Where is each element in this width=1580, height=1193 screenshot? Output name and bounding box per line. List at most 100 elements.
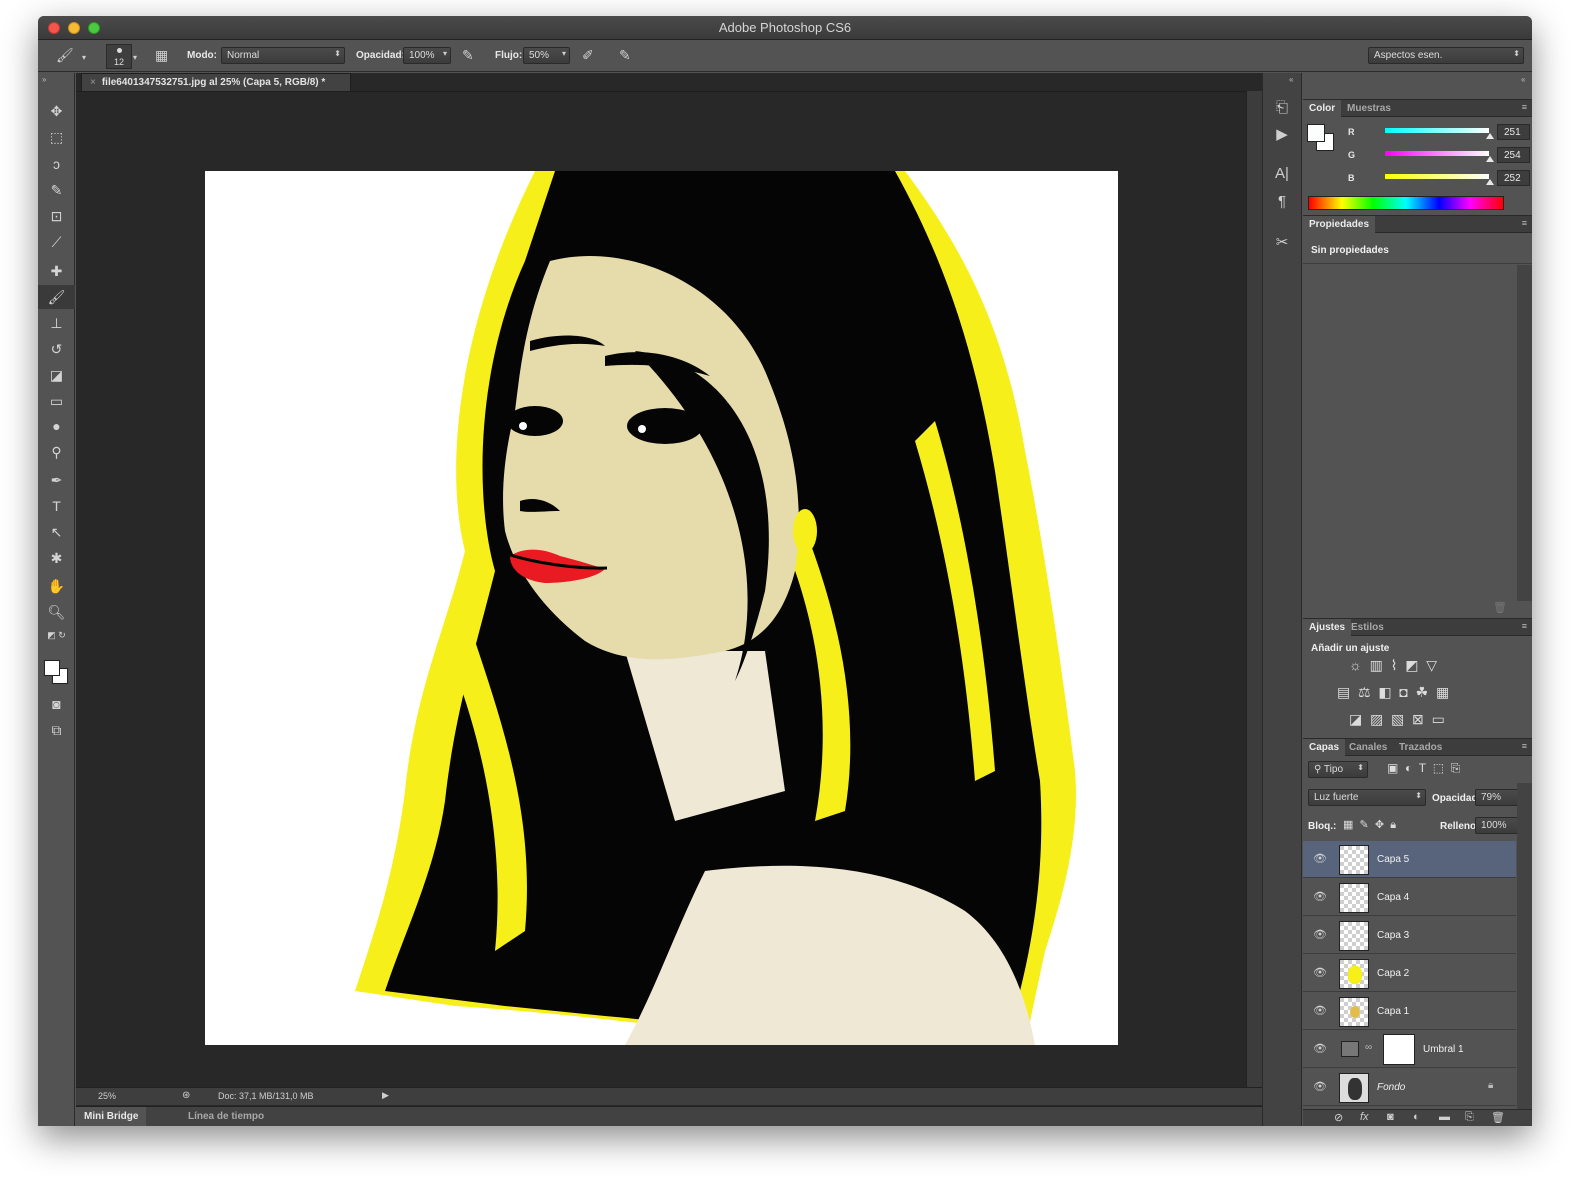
- blue-channel-slider[interactable]: B 252: [1343, 170, 1532, 188]
- tab-color[interactable]: Color: [1303, 100, 1342, 117]
- layer-row[interactable]: 👁 Fondo 🔒︎: [1303, 1069, 1516, 1106]
- invert-icon[interactable]: ◪: [1349, 711, 1362, 727]
- healing-brush-tool-icon[interactable]: ✚: [38, 259, 75, 283]
- gradient-tool-icon[interactable]: ▭: [38, 389, 75, 413]
- canvas-pasteboard[interactable]: [76, 91, 1246, 1088]
- visibility-eye-icon[interactable]: 👁: [1313, 1004, 1327, 1017]
- lock-transparency-icon[interactable]: ▦: [1343, 819, 1353, 831]
- panel-menu-icon[interactable]: ≡: [1522, 218, 1527, 228]
- hand-tool-icon[interactable]: ✋: [38, 574, 75, 598]
- layer-name[interactable]: Capa 4: [1377, 892, 1409, 903]
- pixel-filter-icon[interactable]: ▣: [1387, 761, 1398, 775]
- pressure-size-icon[interactable]: ✎: [619, 47, 631, 64]
- tab-channels[interactable]: Canales: [1343, 739, 1393, 756]
- workspace-select[interactable]: Aspectos esen. ⬍: [1368, 47, 1524, 64]
- photo-filter-icon[interactable]: ◘: [1399, 684, 1407, 700]
- posterize-icon[interactable]: ▨: [1370, 711, 1383, 727]
- color-lookup-icon[interactable]: ▦: [1436, 684, 1449, 700]
- layer-name[interactable]: Capa 3: [1377, 930, 1409, 941]
- visibility-eye-icon[interactable]: 👁: [1313, 928, 1327, 941]
- chevron-down-icon[interactable]: ▾: [82, 53, 86, 62]
- green-gradient-bar[interactable]: [1385, 151, 1489, 156]
- quick-mask-icon[interactable]: ◙: [38, 692, 75, 716]
- mode-select[interactable]: Normal ⬍: [221, 47, 345, 64]
- black-white-icon[interactable]: ◧: [1378, 684, 1391, 700]
- brush-picker-arrow-icon[interactable]: ▾: [133, 53, 137, 62]
- panel-menu-icon[interactable]: ≡: [1522, 102, 1527, 112]
- airbrush-icon[interactable]: ✐: [582, 47, 594, 64]
- layer-mask-thumbnail[interactable]: [1383, 1034, 1415, 1065]
- visibility-eye-icon[interactable]: 👁: [1313, 890, 1327, 903]
- new-layer-icon[interactable]: ⎘: [1465, 1111, 1474, 1124]
- panel-menu-icon[interactable]: ≡: [1522, 621, 1527, 631]
- green-value-field[interactable]: 254: [1497, 147, 1530, 163]
- brush-panel-toggle-icon[interactable]: ▦: [155, 47, 168, 64]
- lock-position-icon[interactable]: ✥: [1375, 819, 1384, 831]
- tab-paths[interactable]: Trazados: [1393, 739, 1448, 756]
- color-balance-icon[interactable]: ⚖: [1358, 684, 1371, 700]
- document-tab[interactable]: × file6401347532751.jpg al 25% (Capa 5, R…: [81, 73, 351, 91]
- layer-name[interactable]: Capa 1: [1377, 1006, 1409, 1017]
- layer-name[interactable]: Fondo: [1377, 1082, 1405, 1093]
- tab-swatches[interactable]: Muestras: [1341, 100, 1397, 117]
- clone-stamp-tool-icon[interactable]: ⊥: [38, 311, 75, 335]
- channel-mixer-icon[interactable]: ☘: [1416, 684, 1429, 700]
- history-panel-icon[interactable]: ⎗: [1263, 99, 1301, 116]
- layer-row[interactable]: 👁 Capa 3: [1303, 917, 1516, 954]
- color-spectrum-ramp[interactable]: [1308, 196, 1504, 210]
- history-brush-tool-icon[interactable]: ↺: [38, 337, 75, 361]
- green-slider-knob[interactable]: [1486, 156, 1494, 162]
- layer-row[interactable]: 👁 Capa 2: [1303, 955, 1516, 992]
- shape-filter-icon[interactable]: ⬚: [1433, 761, 1444, 775]
- red-channel-slider[interactable]: R 251: [1343, 124, 1532, 142]
- blur-tool-icon[interactable]: ●: [38, 414, 75, 438]
- tab-styles[interactable]: Estilos: [1345, 619, 1390, 636]
- blue-value-field[interactable]: 252: [1497, 170, 1530, 186]
- layer-name[interactable]: Capa 2: [1377, 968, 1409, 979]
- type-tool-icon[interactable]: T: [38, 494, 75, 518]
- trash-icon[interactable]: 🗑: [1493, 601, 1507, 614]
- visibility-eye-icon[interactable]: 👁: [1313, 1042, 1327, 1055]
- add-mask-icon[interactable]: ◙: [1387, 1111, 1394, 1123]
- new-group-icon[interactable]: ▬: [1439, 1111, 1450, 1123]
- opacity-field[interactable]: 100% ▾: [403, 47, 451, 64]
- lasso-tool-icon[interactable]: ↄ: [38, 152, 75, 176]
- brush-preset-icon[interactable]: 🖌: [56, 47, 74, 64]
- fx-icon[interactable]: fx: [1360, 1111, 1369, 1123]
- layer-row[interactable]: 👁 Capa 4: [1303, 879, 1516, 916]
- type-filter-icon[interactable]: T: [1419, 761, 1426, 775]
- foreground-color-swatch[interactable]: [44, 660, 60, 676]
- delete-layer-icon[interactable]: 🗑: [1491, 1111, 1505, 1124]
- zoom-level[interactable]: 25%: [98, 1091, 116, 1101]
- blend-mode-select[interactable]: Luz fuerte ⬍: [1308, 789, 1426, 806]
- eyedropper-tool-icon[interactable]: ⟋: [38, 230, 75, 254]
- shape-tool-icon[interactable]: ✱: [38, 546, 75, 570]
- layer-name[interactable]: Umbral 1: [1423, 1044, 1464, 1055]
- tab-properties[interactable]: Propiedades: [1303, 216, 1376, 233]
- image-canvas[interactable]: [205, 171, 1118, 1045]
- blue-slider-knob[interactable]: [1486, 179, 1494, 185]
- blue-gradient-bar[interactable]: [1385, 174, 1489, 179]
- brightness-contrast-icon[interactable]: ☼: [1349, 657, 1362, 673]
- collapse-arrows-icon[interactable]: «: [1521, 75, 1525, 84]
- red-slider-knob[interactable]: [1486, 133, 1494, 139]
- new-adjustment-icon[interactable]: ◐: [1413, 1111, 1420, 1123]
- dodge-tool-icon[interactable]: ⚲: [38, 440, 75, 464]
- collapse-arrows-icon[interactable]: »: [42, 75, 46, 84]
- export-icon[interactable]: ⊛: [182, 1090, 190, 1101]
- eraser-tool-icon[interactable]: ◪: [38, 363, 75, 387]
- vibrance-icon[interactable]: ▽: [1426, 657, 1437, 673]
- marquee-tool-icon[interactable]: ⬚: [38, 125, 75, 149]
- threshold-icon[interactable]: ▧: [1391, 711, 1404, 727]
- gradient-map-icon[interactable]: ⊠: [1412, 711, 1424, 727]
- tab-timeline[interactable]: Línea de tiempo: [180, 1107, 272, 1126]
- character-panel-icon[interactable]: A|: [1263, 165, 1301, 182]
- visibility-eye-icon[interactable]: 👁: [1313, 852, 1327, 865]
- properties-scrollbar[interactable]: [1517, 265, 1532, 601]
- visibility-eye-icon[interactable]: 👁: [1313, 1080, 1327, 1093]
- crop-tool-icon[interactable]: ⊡: [38, 204, 75, 228]
- link-layers-icon[interactable]: ⊘: [1334, 1111, 1343, 1124]
- brush-size-picker[interactable]: 12: [106, 44, 132, 69]
- tool-presets-icon[interactable]: ✂: [1263, 233, 1301, 251]
- doc-size-info[interactable]: Doc: 37,1 MB/131,0 MB: [218, 1091, 314, 1101]
